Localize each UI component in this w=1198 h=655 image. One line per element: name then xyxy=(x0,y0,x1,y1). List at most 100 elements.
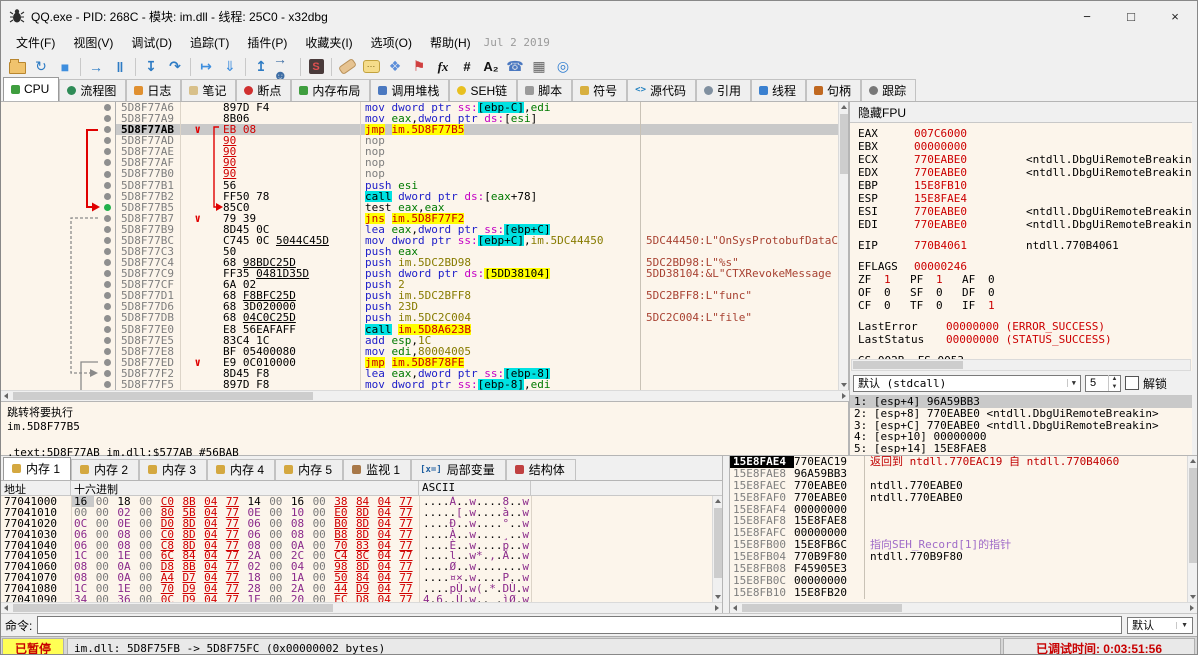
tab-流程图[interactable]: 流程图 xyxy=(59,79,127,101)
tab-内存 3[interactable]: 内存 3 xyxy=(139,459,208,480)
breakpoint-dot[interactable] xyxy=(99,268,116,280)
breakpoint-dot[interactable] xyxy=(99,135,116,147)
disasm-row[interactable]: 5D8F77B1 56 push esi xyxy=(1,179,848,191)
breakpoint-dot[interactable] xyxy=(99,279,116,291)
disasm-row[interactable]: 5D8F77E0 E8 56EAFAFF call im.5D8A623B xyxy=(1,323,848,335)
stack-vertical-scrollbar[interactable] xyxy=(1187,456,1197,602)
calculator-icon[interactable]: ▦ xyxy=(527,56,551,78)
breakpoint-dot[interactable] xyxy=(99,124,116,136)
command-input[interactable] xyxy=(37,616,1122,634)
breakpoint-dot[interactable] xyxy=(99,168,116,180)
stack-row[interactable]: 15E8FB10 15E8FB20 xyxy=(730,586,1197,599)
favourites-icon[interactable]: ◎ xyxy=(551,56,575,78)
tab-内存 5[interactable]: 内存 5 xyxy=(275,459,344,480)
breakpoint-dot[interactable] xyxy=(99,234,116,247)
patch-file-icon[interactable] xyxy=(335,56,359,78)
breakpoint-dot[interactable] xyxy=(99,334,116,346)
breakpoint-dot[interactable] xyxy=(99,323,116,335)
breakpoint-dot[interactable] xyxy=(99,257,116,269)
run-icon[interactable]: → xyxy=(84,56,108,78)
command-profile-select[interactable]: 默认 ▼ xyxy=(1127,616,1193,634)
attach-icon[interactable]: ☎ xyxy=(503,56,527,78)
hide-fpu-button[interactable]: 隐藏FPU xyxy=(850,102,1192,123)
stack-row[interactable]: 15E8FB0C 00000000 xyxy=(730,574,1197,587)
breakpoint-dot[interactable] xyxy=(99,190,116,202)
lasterror-row[interactable]: LastError 00000000 (ERROR_SUCCESS) xyxy=(858,320,1192,333)
tab-内存布局[interactable]: 内存布局 xyxy=(291,79,371,101)
bookmarks-icon[interactable]: ⚑ xyxy=(407,56,431,78)
tab-线程[interactable]: 线程 xyxy=(751,79,807,101)
register-row-EAX[interactable]: EAX 007C6000 xyxy=(858,127,1192,140)
breakpoint-dot[interactable] xyxy=(99,345,116,357)
breakpoint-dot[interactable] xyxy=(99,367,116,379)
pause-icon[interactable]: ‖ xyxy=(108,56,132,78)
spinner-arrows-icon[interactable]: ▲ ▼ xyxy=(1108,375,1120,391)
tab-句柄[interactable]: 句柄 xyxy=(806,79,862,101)
dump-horizontal-scrollbar[interactable] xyxy=(1,602,722,613)
dump-row[interactable]: 77041090 34 00 36 00 0C D9 04 77 1E 00 20 00 EC D8 04 77… xyxy=(1,594,722,602)
register-row-EBX[interactable]: EBX 00000000 xyxy=(858,140,1192,153)
register-row-EIP[interactable]: EIP 770B4061 ntdll.770B4061 xyxy=(858,239,1192,252)
menu-item[interactable]: 视图(V) xyxy=(64,31,122,54)
open-file-icon[interactable] xyxy=(5,56,29,78)
tab-局部变量[interactable]: [x=] 局部变量 xyxy=(411,459,506,480)
tab-内存 2[interactable]: 内存 2 xyxy=(71,459,140,480)
flags-row[interactable]: OF 0 SF 0 DF 0 xyxy=(858,286,1192,299)
tab-日志[interactable]: 日志 xyxy=(126,79,182,101)
disasm-row[interactable]: 5D8F77F5 897D F8 mov dword ptr ss:[ebp-8],… xyxy=(1,379,848,390)
run-to-selection-icon[interactable]: ⇓ xyxy=(218,56,242,78)
register-row-ESI[interactable]: ESI 770EABE0 <ntdll.DbgUiRemoteBreakin> xyxy=(858,205,1192,218)
stack-row[interactable]: 15E8FAF0 770EABE0 ntdll.770EABE0 xyxy=(730,491,1197,504)
tab-CPU[interactable]: CPU xyxy=(3,77,60,101)
menu-item[interactable]: 调试(D) xyxy=(122,31,181,54)
flags-row[interactable]: ZF 1 PF 1 AF 0 xyxy=(858,273,1192,286)
call-argument-row[interactable]: 5: [esp+14] 15E8FAE8 xyxy=(850,443,1192,455)
breakpoint-dot[interactable] xyxy=(99,356,116,368)
stack-row[interactable]: 15E8FAEC 770EABE0 ntdll.770EABE0 xyxy=(730,479,1197,492)
menu-item[interactable]: 帮助(H) xyxy=(421,31,480,54)
maximize-button[interactable]: □ xyxy=(1109,1,1153,31)
tab-脚本[interactable]: 脚本 xyxy=(517,79,573,101)
breakpoint-dot[interactable] xyxy=(99,301,116,313)
minimize-button[interactable]: − xyxy=(1065,1,1109,31)
tab-内存 4[interactable]: 内存 4 xyxy=(207,459,276,480)
tab-源代码[interactable]: <> 源代码 xyxy=(627,79,697,101)
breakpoint-dot[interactable] xyxy=(99,179,116,191)
run-to-user-code-icon[interactable]: →☻ xyxy=(273,51,297,83)
tab-符号[interactable]: 符号 xyxy=(572,79,628,101)
tab-内存 1[interactable]: 内存 1 xyxy=(3,457,72,480)
scylla-icon[interactable]: S xyxy=(304,56,328,78)
breakpoint-dot[interactable] xyxy=(99,378,116,390)
lasterror-row[interactable]: LastStatus 00000000 (STATUS_SUCCESS) xyxy=(858,333,1192,346)
breakpoint-dot[interactable] xyxy=(99,223,116,235)
register-row-EFLAGS[interactable]: EFLAGS 00000246 xyxy=(858,260,1192,273)
disasm-horizontal-scrollbar[interactable] xyxy=(1,390,849,401)
register-row-EBP[interactable]: EBP 15E8FB10 xyxy=(858,179,1192,192)
tab-笔记[interactable]: 笔记 xyxy=(181,79,237,101)
disasm-vertical-scrollbar[interactable] xyxy=(838,102,848,390)
register-row-EDI[interactable]: EDI 770EABE0 <ntdll.DbgUiRemoteBreakin> xyxy=(858,218,1192,231)
strings-icon[interactable]: A₂ xyxy=(479,56,503,78)
tab-断点[interactable]: 断点 xyxy=(236,79,292,101)
menu-item[interactable]: 收藏夹(I) xyxy=(296,31,361,54)
register-row-ESP[interactable]: ESP 15E8FAE4 xyxy=(858,192,1192,205)
tab-跟踪[interactable]: 跟踪 xyxy=(861,79,917,101)
menu-item[interactable]: 文件(F) xyxy=(7,31,64,54)
calculator-hash-icon[interactable]: # xyxy=(455,56,479,78)
dump-vertical-scrollbar[interactable] xyxy=(712,496,722,602)
stop-icon[interactable]: ■ xyxy=(53,56,77,78)
tab-结构体[interactable]: 结构体 xyxy=(505,459,576,480)
tab-引用[interactable]: 引用 xyxy=(696,79,752,101)
breakpoint-dot[interactable] xyxy=(99,201,116,213)
call-argument-row[interactable]: 2: [esp+8] 770EABE0 <ntdll.DbgUiRemoteBr… xyxy=(850,407,1192,420)
close-button[interactable]: × xyxy=(1153,1,1197,31)
stack-row[interactable]: 15E8FAE8 96A59BB3 xyxy=(730,467,1197,480)
tab-监视 1[interactable]: 监视 1 xyxy=(343,459,412,480)
menu-item[interactable]: 追踪(T) xyxy=(181,31,238,54)
breakpoint-dot[interactable] xyxy=(99,113,116,125)
stack-horizontal-scrollbar[interactable] xyxy=(730,602,1197,613)
flags-row[interactable]: CF 0 TF 0 IF 1 xyxy=(858,299,1192,312)
step-into-icon[interactable]: ↧ xyxy=(139,56,163,78)
tab-调用堆栈[interactable]: 调用堆栈 xyxy=(370,79,450,101)
breakpoint-dot[interactable] xyxy=(99,290,116,302)
